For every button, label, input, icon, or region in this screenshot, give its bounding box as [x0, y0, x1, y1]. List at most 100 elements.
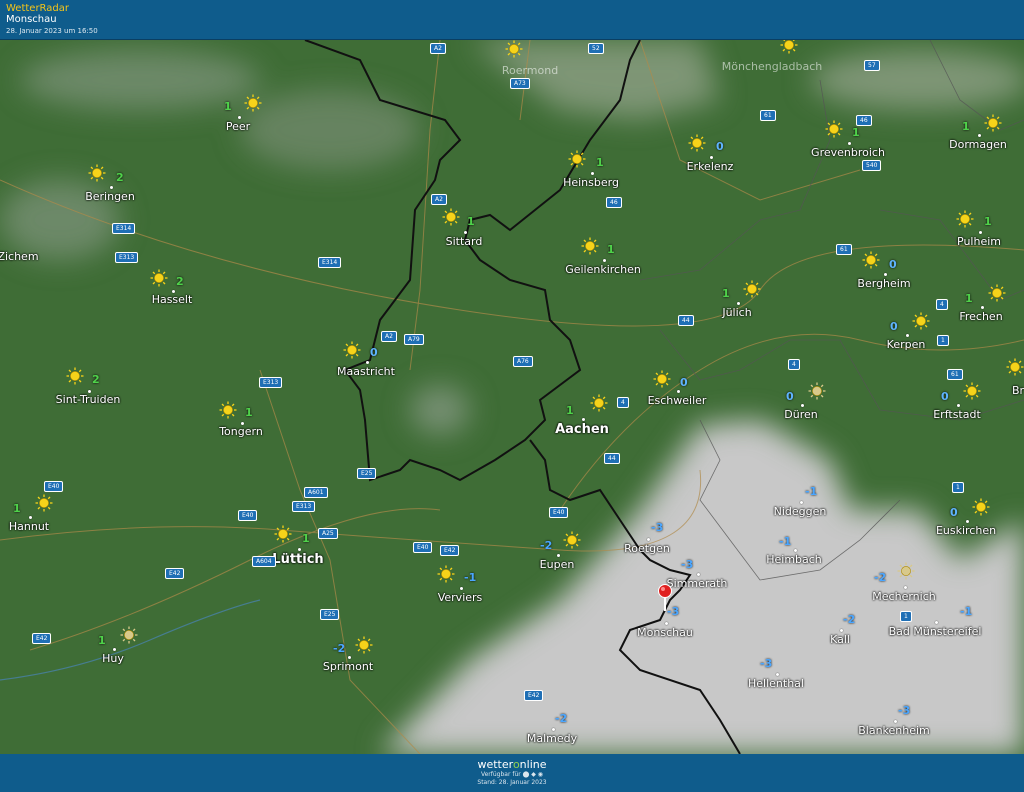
town-temperature: -3: [760, 657, 773, 670]
sun-icon: [780, 40, 798, 54]
sun-ray: [745, 282, 749, 286]
town-dot: [894, 720, 897, 723]
town-dot: [298, 548, 301, 551]
town-dot: [966, 520, 969, 523]
town-label[interactable]: Mechernich: [872, 590, 935, 603]
town-label[interactable]: Monschau: [637, 626, 693, 639]
town-label[interactable]: Euskirchen: [936, 524, 996, 537]
town-label[interactable]: Sittard: [446, 235, 483, 248]
town-label[interactable]: Maastricht: [337, 365, 395, 378]
sun-ray: [864, 263, 868, 267]
town-label[interactable]: Hannut: [9, 520, 49, 533]
town-label[interactable]: Huy: [102, 652, 124, 665]
town-label[interactable]: Zichem: [0, 250, 39, 263]
town-label[interactable]: Beringen: [85, 190, 135, 203]
sun-disc: [988, 118, 998, 128]
town-label[interactable]: Heimbach: [766, 553, 822, 566]
sun-ray: [449, 567, 453, 571]
town-label[interactable]: Eschweiler: [648, 394, 707, 407]
sun-disc: [967, 386, 977, 396]
sun-ray: [256, 96, 260, 100]
town-temperature: 0: [889, 258, 897, 271]
town-temperature: -1: [960, 605, 973, 618]
town-label[interactable]: Jülich: [722, 306, 751, 319]
town-label[interactable]: Verviers: [438, 591, 483, 604]
town-dot: [906, 334, 909, 337]
sun-ray: [100, 176, 104, 180]
sun-disc: [866, 255, 876, 265]
town-label[interactable]: Kall: [830, 633, 850, 646]
town-label[interactable]: Roermond: [502, 64, 558, 77]
sun-disc: [154, 273, 164, 283]
sun-disc: [248, 98, 258, 108]
town-label[interactable]: Erftstadt: [933, 408, 981, 421]
town-label[interactable]: Dormagen: [949, 138, 1007, 151]
sun-disc: [829, 124, 839, 134]
road-shield: A2: [430, 43, 446, 54]
town-label[interactable]: Erkelenz: [687, 160, 734, 173]
road-shield: 1: [900, 611, 912, 622]
location-pin[interactable]: [656, 583, 676, 613]
sun-ray: [357, 638, 361, 642]
town-label[interactable]: Hellenthal: [748, 677, 804, 690]
pin-highlight: [661, 587, 665, 591]
town-label[interactable]: Pulheim: [957, 235, 1001, 248]
town-label[interactable]: Eupen: [540, 558, 575, 571]
brand-text-post: nline: [519, 758, 547, 771]
town-label[interactable]: Peer: [226, 120, 250, 133]
town-temperature: -2: [540, 539, 553, 552]
radar-map[interactable]: 1 Peer 2 Beringen Zichem 2 Hasselt 2 Sint-Truide…: [0, 40, 1024, 754]
sun-disc: [692, 138, 702, 148]
sun-ray: [755, 292, 759, 296]
town-label[interactable]: Nideggen: [774, 505, 827, 518]
town-temperature: 0: [890, 320, 898, 333]
sun-icon: [912, 312, 930, 330]
sun-disc: [446, 212, 456, 222]
town-dot: [776, 673, 779, 676]
town-label[interactable]: Bad Münstereifel: [889, 625, 982, 638]
town-temperature: 0: [941, 390, 949, 403]
sun-disc: [278, 529, 288, 539]
town-label[interactable]: Malmedy: [527, 732, 577, 745]
town-label[interactable]: Hasselt: [152, 293, 193, 306]
town-label[interactable]: Bergheim: [857, 277, 910, 290]
sun-icon: [219, 401, 237, 419]
town-label[interactable]: Heinsberg: [563, 176, 619, 189]
town-label[interactable]: Mönchengladbach: [722, 60, 822, 73]
sun-ray: [690, 136, 694, 140]
sun-ray: [90, 166, 94, 170]
town-label[interactable]: Tongern: [219, 425, 263, 438]
town-temperature: 2: [92, 373, 100, 386]
sun-disc: [441, 569, 451, 579]
town-label[interactable]: Sprimont: [323, 660, 373, 673]
town-label[interactable]: Frechen: [959, 310, 1002, 323]
sun-ray: [592, 396, 596, 400]
town-label[interactable]: Düren: [784, 408, 817, 421]
town-label[interactable]: Br: [1012, 384, 1024, 397]
town-label[interactable]: Grevenbroich: [811, 146, 885, 159]
town-label[interactable]: Lüttich: [272, 552, 323, 567]
sun-ray: [602, 406, 606, 410]
town-label[interactable]: Kerpen: [887, 338, 926, 351]
sun-ray: [810, 394, 814, 398]
town-dot: [904, 586, 907, 589]
town-temperature: 0: [370, 346, 378, 359]
town-temperature: 1: [852, 126, 860, 139]
road-shield: 4: [936, 299, 948, 310]
town-temperature: -2: [333, 642, 346, 655]
sun-ray: [924, 314, 928, 318]
sun-disc: [359, 640, 369, 650]
town-dot: [957, 404, 960, 407]
town-label[interactable]: Aachen: [555, 422, 609, 437]
town-label[interactable]: Geilenkirchen: [565, 263, 641, 276]
brand-logo[interactable]: wetteronline: [0, 758, 1024, 771]
sun-ray: [276, 527, 280, 531]
town-temperature: -2: [555, 712, 568, 725]
sun-ray: [700, 136, 704, 140]
sun-disc: [784, 40, 794, 50]
sun-icon: [563, 531, 581, 549]
town-label[interactable]: Sint-Truiden: [56, 393, 121, 406]
sun-ray: [837, 132, 841, 136]
town-label[interactable]: Roetgen: [624, 542, 670, 555]
town-label[interactable]: Blankenheim: [858, 724, 930, 737]
